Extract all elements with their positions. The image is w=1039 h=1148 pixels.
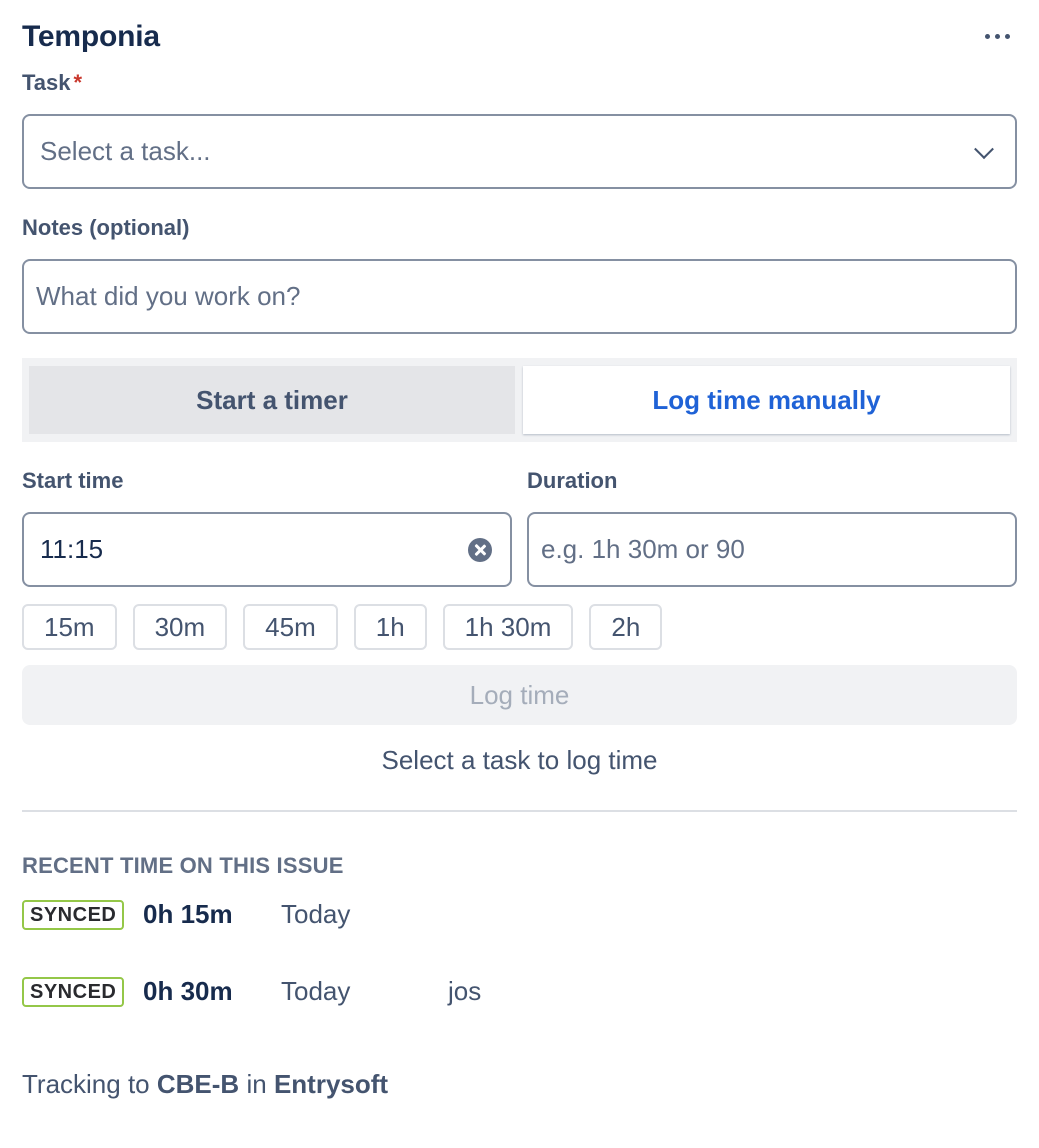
hint-text: Select a task to log time xyxy=(381,745,658,775)
entry-date: Today xyxy=(281,976,351,1006)
start-time-label: Start time xyxy=(22,468,124,493)
notes-label: Notes (optional) xyxy=(22,215,190,240)
entry-date: Today xyxy=(281,899,351,929)
synced-badge: SYNCED xyxy=(22,977,125,1007)
panel-header: Temponia xyxy=(22,16,1017,56)
quick-duration-1h30m[interactable]: 1h 30m xyxy=(442,604,574,650)
section-divider xyxy=(22,810,1017,812)
duration-input[interactable]: e.g. 1h 30m or 90 xyxy=(527,512,1017,587)
notes-placeholder: What did you work on? xyxy=(36,281,301,311)
app-title: Temponia xyxy=(22,20,160,53)
quick-duration-1h[interactable]: 1h xyxy=(353,604,427,650)
entry-user: jos xyxy=(448,976,482,1006)
quick-duration-15m[interactable]: 15m xyxy=(22,604,117,650)
recent-entry: SYNCED 0h 30m Today jos xyxy=(22,976,1017,1010)
more-options-icon[interactable] xyxy=(977,24,1017,48)
start-timer-tab[interactable]: Start a timer xyxy=(29,366,515,434)
footer-issue-key: CBE-B xyxy=(156,1069,240,1099)
start-time-input[interactable]: 11:15 xyxy=(22,512,512,587)
duration-placeholder: e.g. 1h 30m or 90 xyxy=(541,534,745,564)
notes-input[interactable]: What did you work on? xyxy=(22,259,1017,334)
recent-time-heading: RECENT TIME ON THIS ISSUE xyxy=(22,853,344,878)
task-label: Task * xyxy=(22,70,83,95)
footer-prefix: Tracking to xyxy=(22,1069,150,1099)
tracking-footer: Tracking to CBE-B in Entrysoft xyxy=(22,1069,388,1100)
quick-duration-2h[interactable]: 2h xyxy=(589,604,663,650)
mode-toggle: Start a timer Log time manually xyxy=(22,358,1017,442)
chevron-down-icon xyxy=(974,138,994,159)
log-time-manually-tab[interactable]: Log time manually xyxy=(523,366,1010,434)
start-time-value: 11:15 xyxy=(40,534,104,564)
entry-duration: 0h 15m xyxy=(143,899,233,929)
task-select[interactable]: Select a task... xyxy=(22,114,1017,189)
quick-duration-45m[interactable]: 45m xyxy=(243,604,338,650)
duration-label: Duration xyxy=(527,468,618,493)
clear-icon[interactable] xyxy=(468,537,492,562)
synced-badge: SYNCED xyxy=(22,900,125,930)
required-indicator: * xyxy=(73,70,83,95)
quick-duration-30m[interactable]: 30m xyxy=(132,604,228,650)
task-select-placeholder: Select a task... xyxy=(40,136,211,166)
log-time-button[interactable]: Log time xyxy=(22,665,1017,725)
recent-entry: SYNCED 0h 15m Today xyxy=(22,899,1017,933)
quick-duration-chips: 15m 30m 45m 1h 1h 30m 2h xyxy=(22,604,663,650)
entry-duration: 0h 30m xyxy=(143,976,233,1006)
footer-project: Entrysoft xyxy=(273,1069,389,1099)
footer-connector: in xyxy=(246,1069,267,1099)
